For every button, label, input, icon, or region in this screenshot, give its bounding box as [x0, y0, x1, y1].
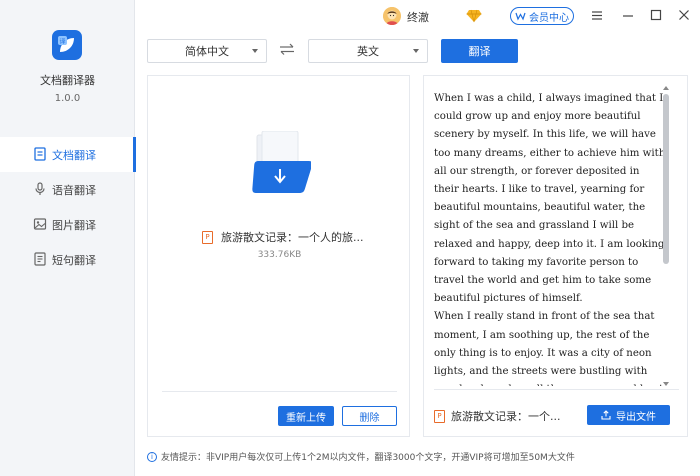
sidebar-item-label: 短句翻译 [52, 253, 96, 267]
source-document-panel: P 旅游散文记录：一个人的旅... 333.76KB 重新上传 删除 [147, 75, 410, 437]
upload-document-icon[interactable] [249, 131, 311, 197]
sidebar-item-label: 文档翻译 [52, 148, 96, 162]
avatar[interactable] [383, 7, 401, 25]
sidebar-item-voice-translate[interactable]: 语音翻译 [0, 172, 135, 207]
close-icon[interactable] [677, 8, 691, 22]
export-icon [601, 410, 611, 420]
footer-tip: i 友情提示：非VIP用户每次仅可上传1个2M以内文件，翻译3000个文字，开通… [147, 450, 575, 463]
maximize-icon[interactable] [649, 8, 663, 22]
minimize-icon[interactable] [621, 8, 635, 22]
sidebar-item-label: 语音翻译 [52, 183, 96, 197]
vip-icon [515, 12, 526, 20]
username[interactable]: 终澈 [407, 9, 429, 25]
sidebar-item-sentence-translate[interactable]: 短句翻译 [0, 242, 135, 277]
sidebar-item-label: 图片翻译 [52, 218, 96, 232]
info-icon: i [147, 451, 157, 462]
delete-button[interactable]: 删除 [342, 406, 397, 426]
uploaded-file[interactable]: P 旅游散文记录：一个人的旅... [202, 229, 364, 245]
document-icon [34, 147, 46, 161]
pdf-file-icon: P [202, 230, 213, 244]
uploaded-file-name: 旅游散文记录：一个人的旅... [221, 231, 364, 244]
output-file: P 旅游散文记录：一个... [434, 408, 561, 424]
source-language-value: 简体中文 [185, 45, 229, 58]
translation-result-panel: When I was a child, I always imagined th… [423, 75, 688, 437]
pdf-file-icon: P [434, 409, 445, 423]
app-logo: 译 [52, 30, 82, 60]
scroll-down-icon[interactable] [663, 382, 669, 386]
text-icon [34, 252, 46, 266]
title-bar: 终澈 会员中心 [135, 0, 700, 32]
source-language-select[interactable]: 简体中文 [147, 39, 267, 63]
app-version: 1.0.0 [54, 93, 81, 104]
vip-center-label: 会员中心 [529, 12, 569, 24]
menu-icon[interactable] [590, 8, 604, 22]
target-language-select[interactable]: 英文 [308, 39, 428, 63]
target-language-value: 英文 [357, 45, 379, 58]
output-file-name: 旅游散文记录：一个... [451, 410, 561, 423]
sidebar-item-document-translate[interactable]: 文档翻译 [0, 137, 136, 172]
divider [434, 389, 679, 390]
sidebar-nav: 文档翻译 语音翻译 图片翻译 短句翻译 [0, 137, 136, 277]
chevron-down-icon [413, 49, 419, 53]
sidebar-item-image-translate[interactable]: 图片翻译 [0, 207, 135, 242]
image-icon [33, 218, 47, 230]
translated-text[interactable]: When I was a child, I always imagined th… [434, 90, 666, 386]
scrollbar-thumb[interactable] [663, 94, 669, 264]
export-file-button[interactable]: 导出文件 [587, 405, 670, 425]
swap-languages-icon[interactable] [279, 43, 295, 55]
uploaded-file-size: 333.76KB [257, 250, 302, 260]
vip-diamond-icon[interactable] [466, 9, 482, 23]
export-file-label: 导出文件 [616, 411, 656, 423]
microphone-icon [35, 182, 45, 195]
app-name: 文档翻译器 [40, 74, 95, 87]
vip-center-button[interactable]: 会员中心 [510, 7, 574, 25]
reupload-button[interactable]: 重新上传 [278, 406, 334, 426]
chevron-down-icon [252, 49, 258, 53]
translate-button[interactable]: 翻译 [441, 39, 518, 63]
scrollbar[interactable] [663, 86, 669, 386]
sidebar: 译 文档翻译器 1.0.0 文档翻译 语音翻译 图片翻译 短句翻译 [0, 0, 136, 476]
divider [162, 391, 397, 392]
scroll-up-icon[interactable] [663, 86, 669, 90]
svg-text:译: 译 [59, 38, 65, 46]
footer-tip-text: 友情提示：非VIP用户每次仅可上传1个2M以内文件，翻译3000个文字，开通VI… [161, 453, 575, 463]
